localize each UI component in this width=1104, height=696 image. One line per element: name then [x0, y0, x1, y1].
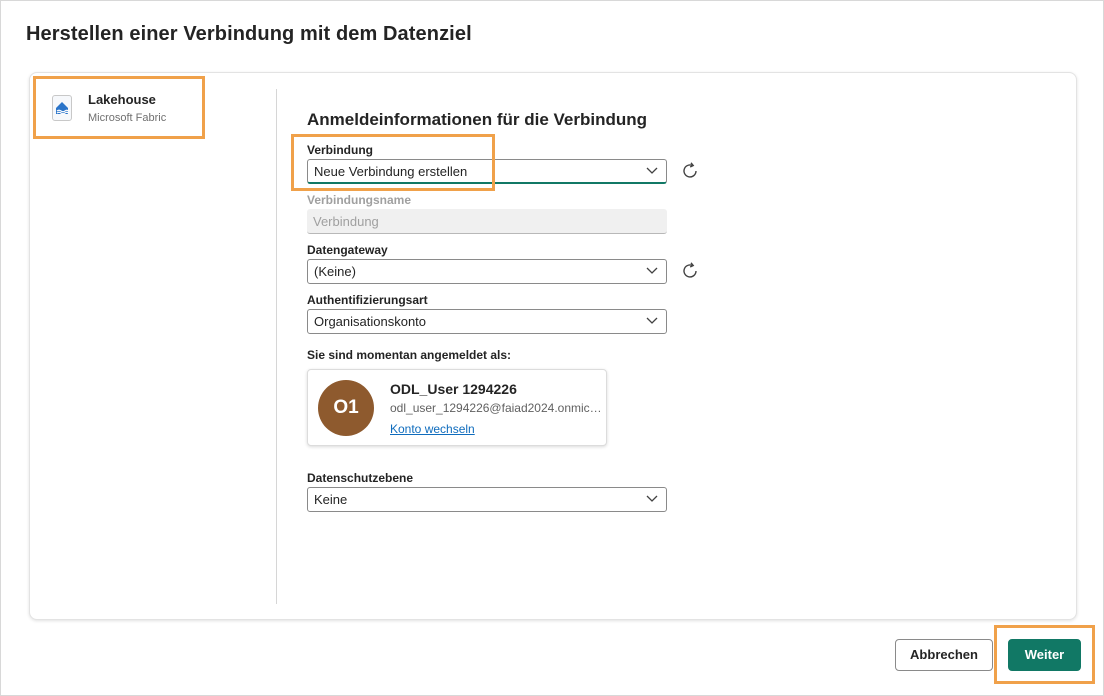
content-panel: Lakehouse Microsoft Fabric Anmeldeinform…: [29, 72, 1077, 620]
gateway-value: (Keine): [314, 264, 356, 279]
connection-value: Neue Verbindung erstellen: [314, 164, 468, 179]
refresh-connection-icon[interactable]: [679, 160, 701, 182]
cancel-button[interactable]: Abbrechen: [895, 639, 993, 671]
connection-name-label: Verbindungsname: [307, 193, 412, 207]
chevron-down-icon: [646, 317, 658, 324]
refresh-gateway-icon[interactable]: [679, 260, 701, 282]
privacy-label: Datenschutzebene: [307, 471, 414, 485]
auth-value: Organisationskonto: [314, 314, 427, 329]
panel-divider: [276, 89, 277, 604]
connection-dialog: Herstellen einer Verbindung mit dem Date…: [0, 0, 1104, 696]
chevron-down-icon: [646, 267, 658, 274]
chevron-down-icon: [646, 167, 658, 174]
account-name: ODL_User 1294226: [390, 381, 517, 397]
auth-label: Authentifizierungsart: [307, 293, 428, 307]
connection-name-field: Verbindung: [307, 209, 667, 234]
account-email: odl_user_1294226@faiad2024.onmicrosoft.c…: [390, 401, 602, 415]
next-button[interactable]: Weiter: [1008, 639, 1081, 671]
switch-account-link[interactable]: Konto wechseln: [390, 422, 475, 436]
chevron-down-icon: [646, 495, 658, 502]
lakehouse-icon: [52, 95, 72, 121]
section-title: Anmeldeinformationen für die Verbindung: [307, 110, 648, 129]
dialog-title: Herstellen einer Verbindung mit dem Date…: [26, 23, 472, 45]
connection-name-placeholder: Verbindung: [313, 214, 379, 229]
connection-label: Verbindung: [307, 143, 373, 157]
privacy-select[interactable]: Keine: [307, 487, 667, 512]
gateway-label: Datengateway: [307, 243, 388, 257]
gateway-select[interactable]: (Keine): [307, 259, 667, 284]
signed-in-label: Sie sind momentan angemeldet als:: [307, 348, 512, 362]
avatar: O1: [318, 380, 374, 436]
source-name: Lakehouse: [88, 92, 156, 107]
source-item-lakehouse[interactable]: Lakehouse Microsoft Fabric: [40, 83, 196, 135]
connection-select[interactable]: Neue Verbindung erstellen: [307, 159, 667, 184]
source-provider: Microsoft Fabric: [88, 112, 167, 124]
privacy-value: Keine: [314, 492, 348, 507]
account-card: O1 ODL_User 1294226 odl_user_1294226@fai…: [307, 369, 607, 446]
auth-select[interactable]: Organisationskonto: [307, 309, 667, 334]
